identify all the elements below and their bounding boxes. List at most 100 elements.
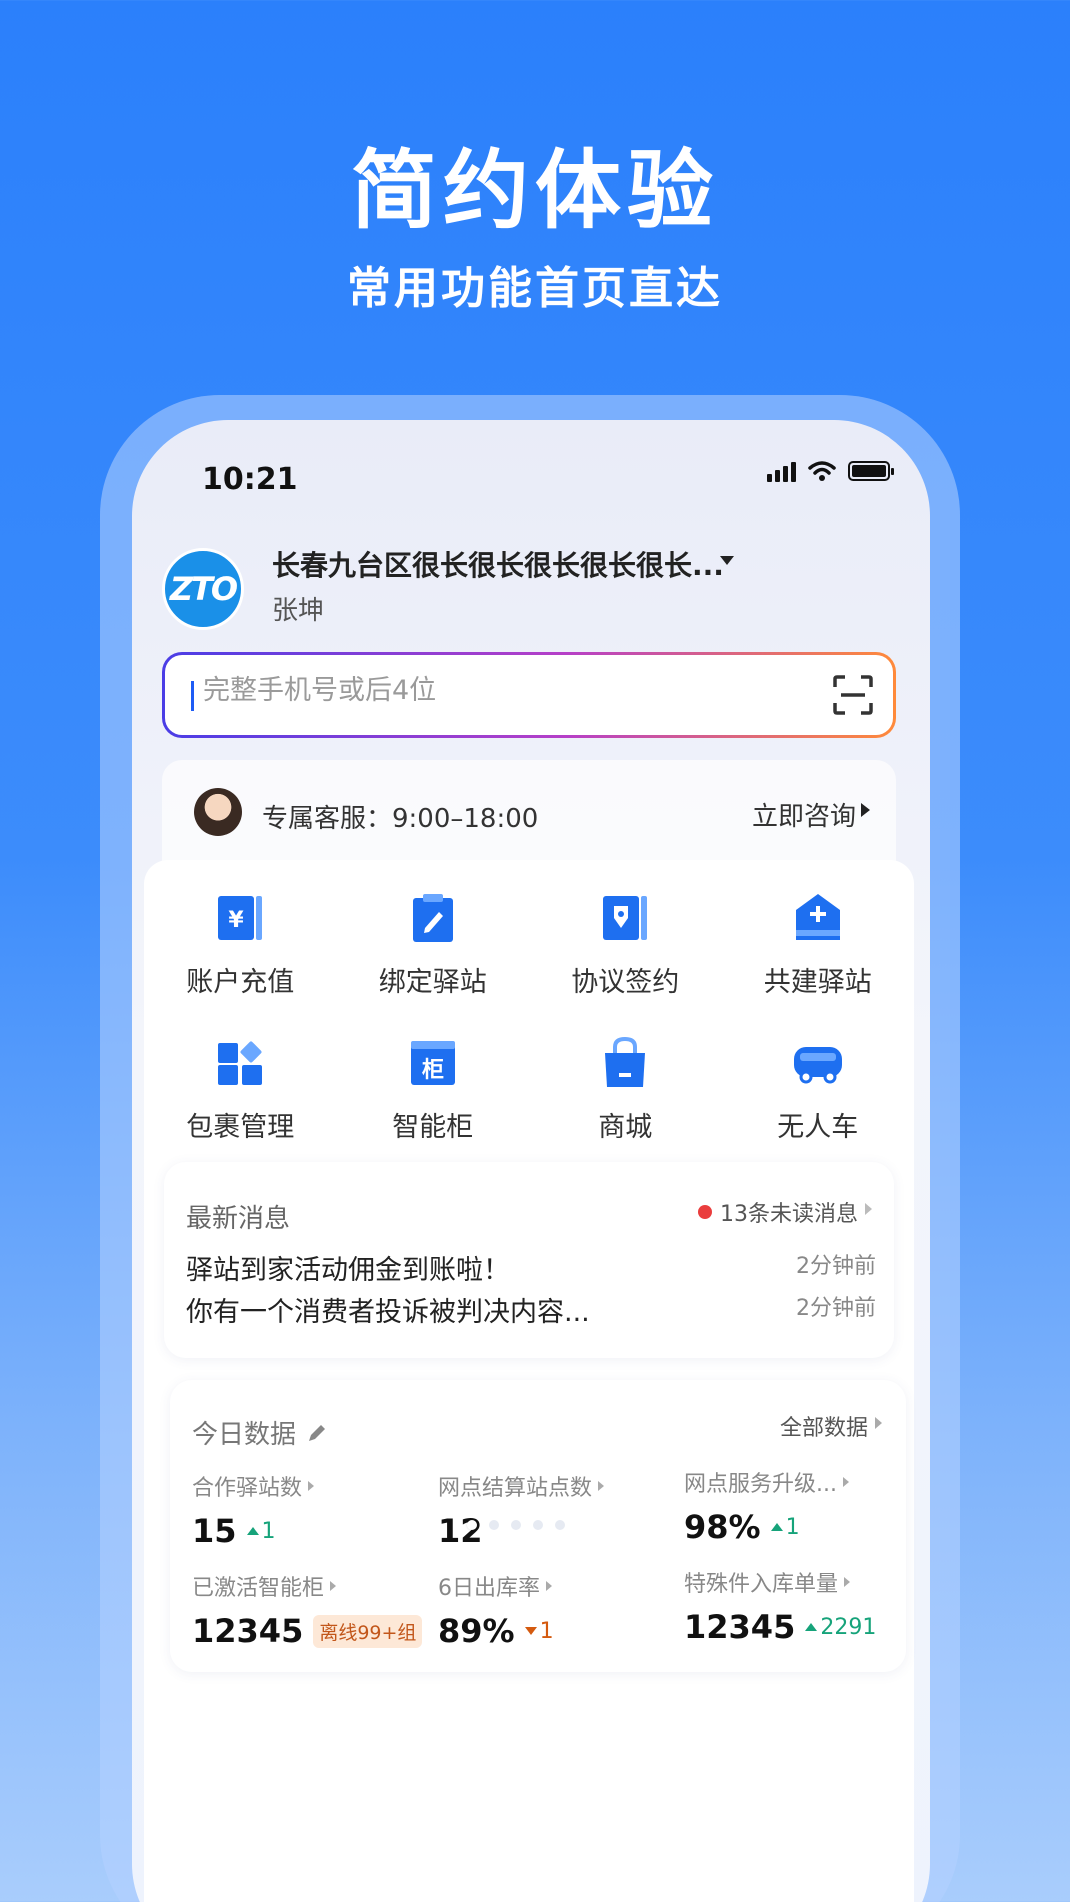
main-card: ¥ 账户充值 绑定驿站 协议签约 共建驿站 包裹管理 柜 智能柜 商城 无人车 … (144, 860, 914, 1902)
stat-cooperating-stations[interactable]: 合作驿站数 15 1 (192, 1470, 422, 1550)
function-grid: ¥ 账户充值 绑定驿站 协议签约 共建驿站 包裹管理 柜 智能柜 商城 无人车 (144, 890, 914, 1144)
delta-value: 1 (785, 1514, 800, 1540)
contract-pen-icon (603, 896, 648, 940)
delta-value: 1 (261, 1518, 276, 1544)
chevron-right-icon (865, 1203, 872, 1215)
vehicle-icon (793, 1047, 842, 1084)
stat-delta: 2291 (805, 1615, 876, 1640)
caret-down-icon[interactable] (720, 556, 734, 565)
hero-subtitle: 常用功能首页直达 (347, 263, 723, 314)
message-item[interactable]: 你有一个消费者投诉被判决内容... 2分钟前 (186, 1290, 876, 1329)
stat-value: 15 (192, 1512, 237, 1550)
user-name: 张坤 (272, 596, 325, 626)
page-dot (489, 1520, 499, 1530)
stat-activated-cabinets[interactable]: 已激活智能柜 12345 离线99+组 (192, 1570, 452, 1650)
page-indicator (467, 1520, 565, 1530)
stat-outbound-rate[interactable]: 6日出库率 89% 1 (438, 1570, 668, 1650)
service-hours: 专属客服：9:00–18:00 (262, 804, 539, 834)
function-label: 协议签约 (571, 967, 680, 998)
consult-button[interactable]: 立即咨询 (752, 796, 856, 833)
unread-count[interactable]: 13条未读消息 (698, 1196, 858, 1228)
status-time: 10:21 (202, 462, 298, 497)
page-dot (555, 1520, 565, 1530)
stat-delta: 1 (524, 1619, 554, 1644)
message-item[interactable]: 驿站到家活动佣金到账啦！ 2分钟前 (186, 1248, 876, 1287)
page-dot (533, 1520, 543, 1530)
function-recharge[interactable]: ¥ 账户充值 (144, 890, 337, 999)
text-cursor (191, 681, 194, 711)
clipboard-pen-icon (412, 894, 453, 942)
function-label: 绑定驿站 (378, 967, 487, 998)
shopping-bag-icon (605, 1036, 646, 1087)
today-data-label: 今日数据 (192, 1420, 297, 1450)
stat-value: 12 (438, 1512, 483, 1550)
search-input[interactable] (203, 675, 763, 706)
message-text: 你有一个消费者投诉被判决内容... (186, 1297, 590, 1328)
arrow-up-icon (246, 1527, 259, 1535)
arrow-down-icon (524, 1627, 537, 1635)
search-bar[interactable] (162, 652, 896, 738)
customer-service-bar: 专属客服：9:00–18:00 立即咨询 (162, 760, 896, 870)
phone-screen: 10:21 ZTO 长春九台区很长很长很长很长很长... 张坤 完整手机号或后4… (132, 420, 930, 1902)
message-time: 2分钟前 (796, 1254, 876, 1279)
stat-label: 合作驿站数 (192, 1476, 303, 1501)
wifi-icon (808, 461, 836, 481)
message-time: 2分钟前 (796, 1296, 876, 1321)
page-dot (467, 1520, 477, 1530)
stat-label: 特殊件入库单量 (684, 1572, 839, 1597)
function-contract[interactable]: 协议签约 (529, 890, 722, 999)
function-mall[interactable]: 商城 (529, 1035, 722, 1144)
messages-title: 最新消息 (186, 1204, 291, 1234)
cabinet-icon: 柜 (410, 1041, 455, 1085)
function-bind-station[interactable]: 绑定驿站 (337, 890, 530, 999)
latest-messages-card[interactable]: 最新消息 13条未读消息 驿站到家活动佣金到账啦！ 2分钟前 你有一个消费者投诉… (164, 1162, 894, 1358)
function-label: 商城 (598, 1112, 653, 1143)
stat-value: 89% (438, 1612, 515, 1650)
unread-label: 13条未读消息 (720, 1202, 858, 1227)
chevron-right-icon (546, 1581, 552, 1591)
message-text: 驿站到家活动佣金到账啦！ (186, 1255, 510, 1286)
function-co-build[interactable]: 共建驿站 (722, 890, 915, 999)
stat-label: 6日出库率 (438, 1576, 540, 1601)
arrow-up-icon (805, 1623, 818, 1631)
svg-text:¥: ¥ (229, 908, 245, 933)
function-unmanned-vehicle[interactable]: 无人车 (722, 1035, 915, 1144)
function-label: 无人车 (777, 1112, 859, 1143)
arrow-up-icon (770, 1523, 783, 1531)
signal-icon (767, 460, 796, 482)
chevron-right-icon (598, 1481, 605, 1491)
station-selector[interactable]: 长春九台区很长很长很长很长很长... (272, 544, 724, 584)
blocks-icon (218, 1041, 263, 1085)
offline-badge: 离线99+组 (313, 1614, 423, 1648)
chevron-right-icon (330, 1581, 337, 1591)
service-avatar (194, 788, 242, 836)
all-data-link[interactable]: 全部数据 (780, 1410, 868, 1442)
yuan-card-icon: ¥ (218, 896, 263, 940)
chevron-right-icon[interactable] (875, 1417, 882, 1429)
chevron-right-icon[interactable] (861, 803, 870, 817)
svg-text:柜: 柜 (422, 1057, 444, 1083)
function-label: 包裹管理 (186, 1112, 295, 1143)
zto-logo: ZTO (162, 548, 244, 630)
function-label: 共建驿站 (763, 967, 872, 998)
function-smart-cabinet[interactable]: 柜 智能柜 (337, 1035, 530, 1144)
today-data-title: 今日数据 (192, 1414, 328, 1451)
unread-dot-icon (698, 1205, 712, 1219)
function-package[interactable]: 包裹管理 (144, 1035, 337, 1144)
stat-delta: 1 (246, 1518, 276, 1544)
page-dot (511, 1520, 521, 1530)
stat-special-inbound[interactable]: 特殊件入库单量 12345 2291 (684, 1566, 914, 1646)
stat-value: 12345 (684, 1608, 796, 1646)
stat-settlement-stations[interactable]: 网点结算站点数 12 (438, 1470, 668, 1550)
scan-icon[interactable] (831, 673, 875, 717)
stat-label: 网点服务升级... (684, 1472, 837, 1497)
pencil-icon[interactable] (306, 1422, 328, 1444)
stat-service-upgrade[interactable]: 网点服务升级... 98% 1 (684, 1466, 914, 1546)
stat-value: 98% (684, 1508, 761, 1546)
house-plus-icon (795, 894, 840, 940)
chevron-right-icon (308, 1481, 315, 1491)
battery-icon (848, 461, 894, 481)
status-icons (767, 460, 894, 482)
stat-label: 网点结算站点数 (438, 1476, 593, 1501)
chevron-right-icon (842, 1477, 849, 1487)
